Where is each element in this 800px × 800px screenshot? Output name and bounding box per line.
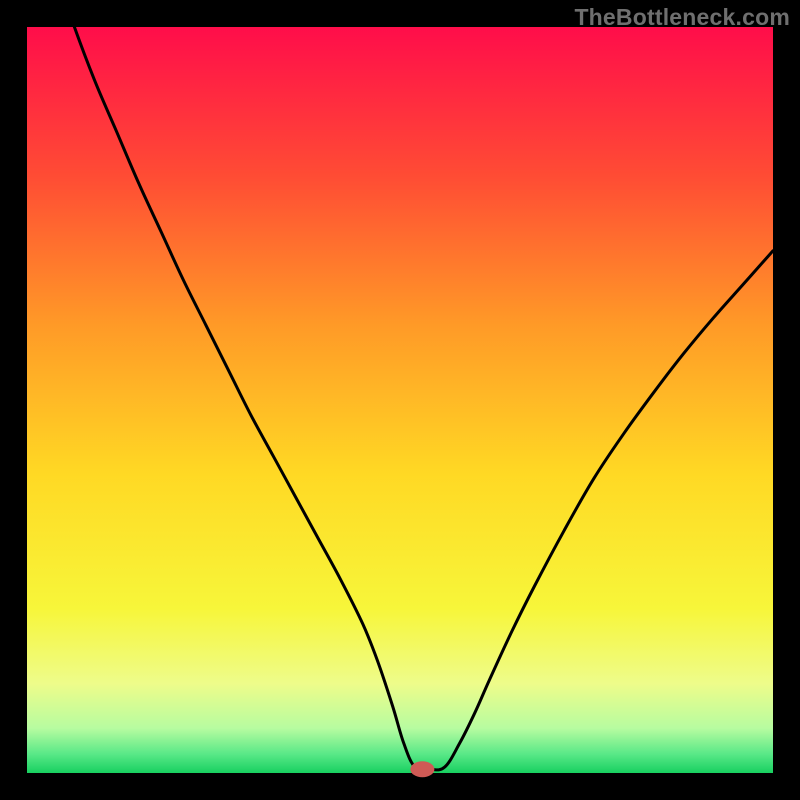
bottleneck-chart: TheBottleneck.com [0, 0, 800, 800]
plot-area-gradient [27, 27, 773, 773]
chart-svg [0, 0, 800, 800]
valley-marker [410, 761, 434, 777]
watermark-label: TheBottleneck.com [574, 4, 790, 31]
